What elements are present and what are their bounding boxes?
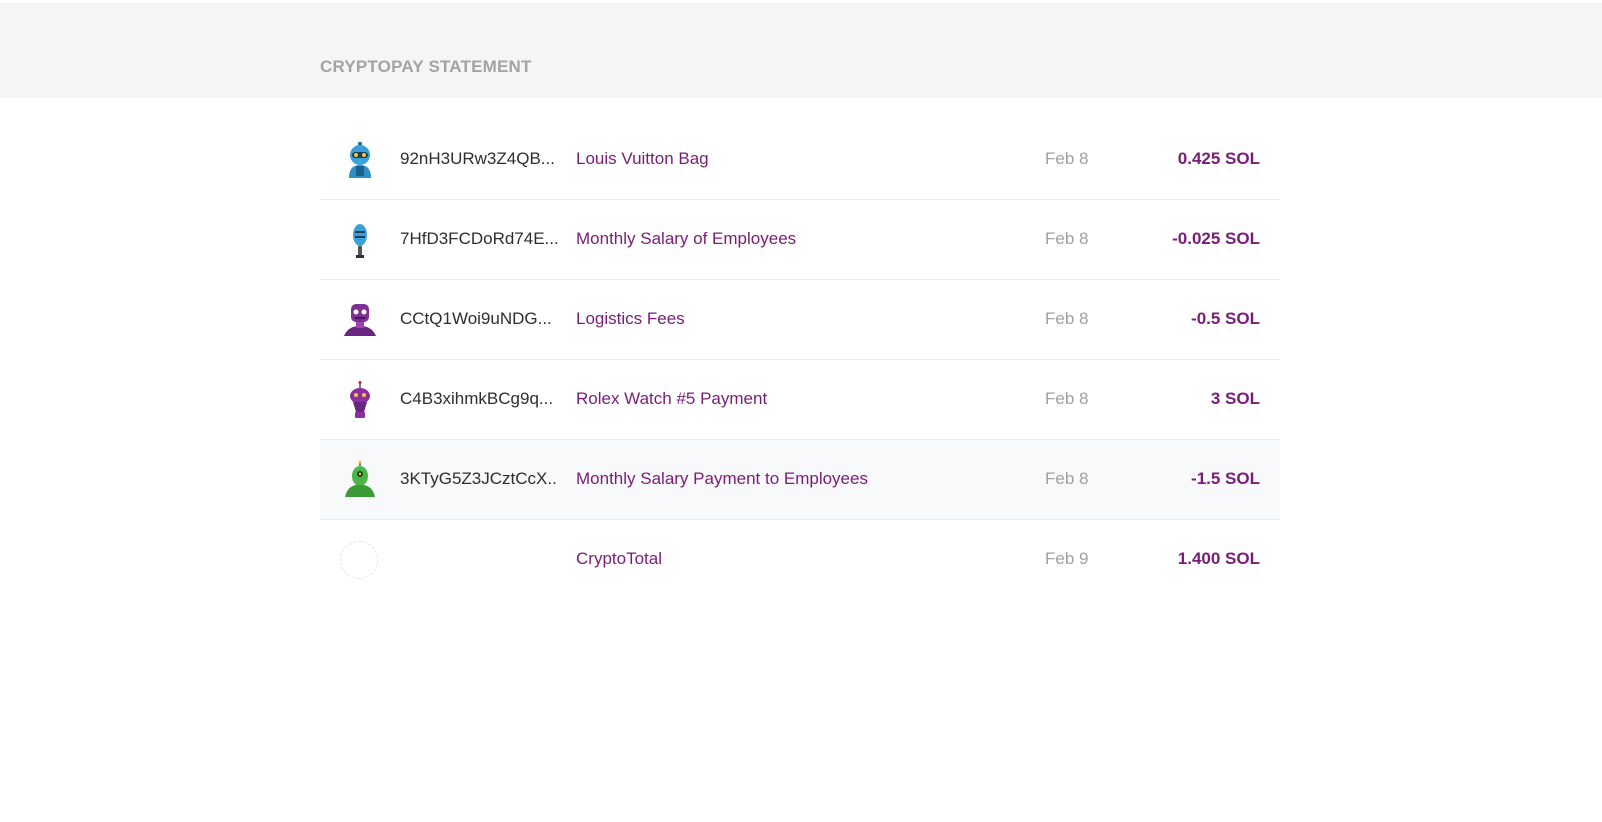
total-row: CryptoTotal Feb 9 1.400 SOL xyxy=(320,520,1280,600)
statement-header: CRYPTOPAY STATEMENT xyxy=(0,3,1602,98)
page-title: CRYPTOPAY STATEMENT xyxy=(320,57,532,76)
transaction-date: Feb 8 xyxy=(1045,389,1089,408)
green-alien-avatar-icon xyxy=(340,460,380,500)
transaction-row[interactable]: 92nH3URw3Z4QB... Louis Vuitton Bag Feb 8… xyxy=(320,120,1280,200)
transaction-description: Rolex Watch #5 Payment xyxy=(576,389,768,408)
wallet-address: 92nH3URw3Z4QB... xyxy=(400,149,555,168)
wallet-address: 7HfD3FCDoRd74E... xyxy=(400,229,558,248)
wallet-address: CCtQ1Woi9uNDG... xyxy=(400,309,552,328)
wallet-address: C4B3xihmkBCg9q... xyxy=(400,389,554,408)
transaction-amount: -0.025 SOL xyxy=(1172,229,1260,248)
transaction-amount: -0.5 SOL xyxy=(1191,309,1260,328)
transaction-description: Monthly Salary Payment to Employees xyxy=(576,469,868,488)
blue-robot-avatar-icon xyxy=(340,140,380,180)
total-amount: 1.400 SOL xyxy=(1177,549,1260,568)
empty-avatar-icon xyxy=(340,541,378,579)
transaction-description: Monthly Salary of Employees xyxy=(576,229,797,248)
transaction-description: Louis Vuitton Bag xyxy=(576,149,709,168)
transaction-list: 92nH3URw3Z4QB... Louis Vuitton Bag Feb 8… xyxy=(320,120,1280,600)
transaction-description: Logistics Fees xyxy=(576,309,685,328)
purple-antenna-robot-avatar-icon xyxy=(340,380,380,420)
transaction-amount: 3 SOL xyxy=(1210,389,1260,408)
transaction-date: Feb 8 xyxy=(1045,309,1089,328)
transaction-date: Feb 8 xyxy=(1045,469,1089,488)
transaction-date: Feb 8 xyxy=(1045,149,1089,168)
wallet-address: 3KTyG5Z3JCztCcX... xyxy=(400,469,558,488)
total-label: CryptoTotal xyxy=(576,549,662,568)
transaction-row[interactable]: CCtQ1Woi9uNDG... Logistics Fees Feb 8 -0… xyxy=(320,280,1280,360)
blue-pill-robot-avatar-icon xyxy=(340,220,380,260)
transaction-date: Feb 8 xyxy=(1045,229,1089,248)
purple-robot-avatar-icon xyxy=(340,300,380,340)
transaction-amount: -1.5 SOL xyxy=(1191,469,1260,488)
transaction-row[interactable]: C4B3xihmkBCg9q... Rolex Watch #5 Payment… xyxy=(320,360,1280,440)
transaction-row[interactable]: 3KTyG5Z3JCztCcX... Monthly Salary Paymen… xyxy=(320,440,1280,520)
transaction-amount: 0.425 SOL xyxy=(1177,149,1260,168)
transaction-row[interactable]: 7HfD3FCDoRd74E... Monthly Salary of Empl… xyxy=(320,200,1280,280)
total-date: Feb 9 xyxy=(1045,549,1089,568)
